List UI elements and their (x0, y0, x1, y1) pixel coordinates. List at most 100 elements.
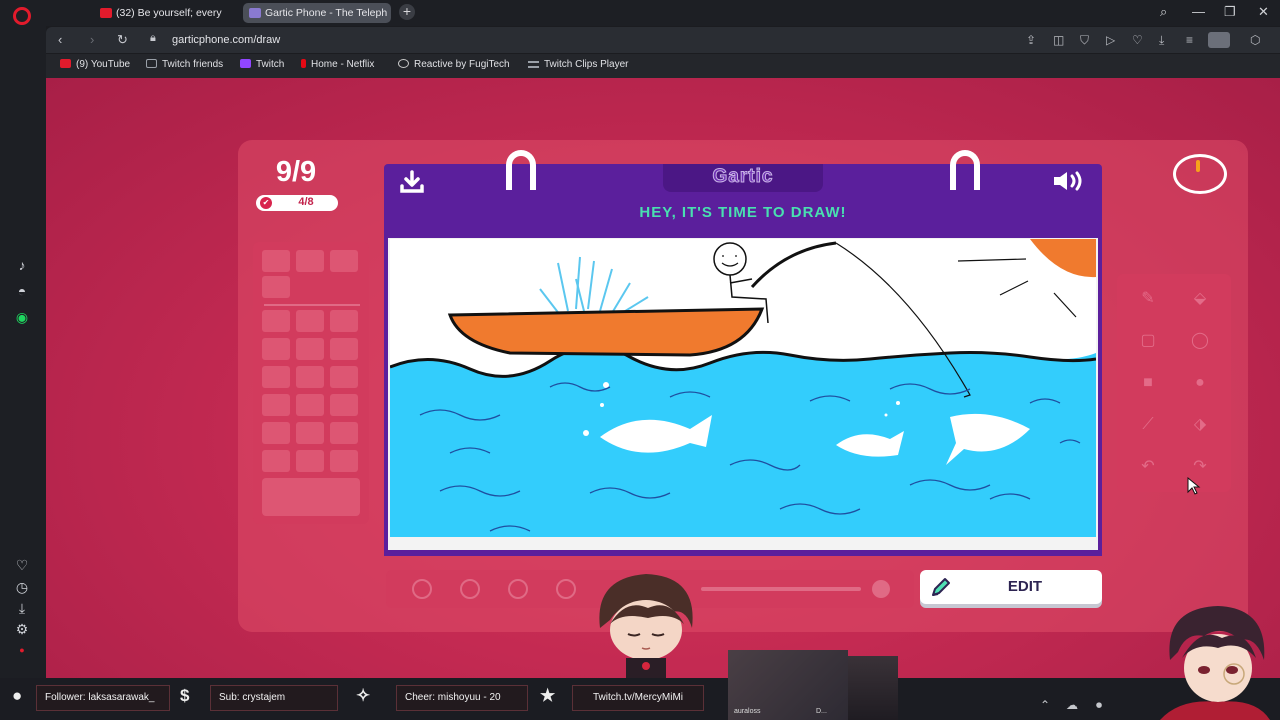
url-field[interactable]: garticphone.com/draw (172, 34, 280, 46)
color-swatch[interactable] (262, 250, 290, 272)
opacity-slider-knob[interactable] (872, 580, 890, 598)
color-swatch[interactable] (296, 338, 324, 360)
bookmark-reactive[interactable]: Reactive by FugiTech (398, 59, 510, 70)
color-swatch[interactable] (330, 394, 358, 416)
edit-button[interactable]: EDIT (920, 570, 1102, 604)
tab-youtube[interactable]: (32) Be yourself; every (94, 3, 239, 23)
color-swatch[interactable] (296, 394, 324, 416)
edit-label: EDIT (1007, 578, 1043, 595)
vpn-icon[interactable]: ● (12, 640, 32, 660)
color-swatch[interactable] (330, 422, 358, 444)
undo-button[interactable]: ↶ (1132, 452, 1164, 482)
mic-icon[interactable]: ⏺ (1096, 698, 1102, 713)
shield-icon[interactable]: ⛉ (1080, 33, 1089, 48)
cloud-icon[interactable]: ☁ (1066, 698, 1078, 712)
tab-bar: (32) Be yourself; every Gartic Phone - T… (46, 0, 1280, 26)
restore-icon[interactable]: ❐ (1224, 4, 1236, 20)
player-avatar (599, 574, 693, 678)
brush-size-option[interactable] (508, 579, 528, 599)
folder-icon (146, 59, 157, 68)
color-swatch[interactable] (296, 310, 324, 332)
color-swatch[interactable] (262, 366, 290, 388)
filled-rectangle-icon: ■ (1143, 374, 1153, 391)
filled-ellipse-tool[interactable]: ● (1184, 368, 1216, 398)
opacity-slider[interactable] (701, 587, 861, 591)
bookmark-twitch[interactable]: Twitch (240, 59, 284, 70)
discord-icon[interactable]: ◓ (12, 281, 32, 301)
tray-arrow-icon[interactable]: ⌃ (1040, 698, 1050, 712)
drawing-canvas[interactable] (390, 239, 1096, 537)
camera-icon[interactable]: ◫ (1053, 33, 1064, 47)
fishing-rod (750, 241, 837, 289)
color-swatch[interactable] (330, 310, 358, 332)
settings-icon[interactable]: ⚙ (12, 619, 32, 639)
downloads-icon[interactable]: ⤓ (1159, 33, 1164, 48)
color-swatch[interactable] (262, 450, 290, 472)
user-icon: ● (12, 686, 23, 705)
timer-icon (1173, 154, 1227, 194)
figure-head (713, 242, 747, 276)
fill-tool[interactable]: ⬗ (1184, 410, 1216, 440)
download-sidebar-icon[interactable]: ⤓ (12, 598, 32, 618)
color-swatch[interactable] (262, 310, 290, 332)
cam-label: D... (816, 708, 827, 715)
color-swatch[interactable] (330, 338, 358, 360)
share-icon[interactable]: ⇪ (1026, 33, 1036, 47)
opera-logo-icon[interactable] (13, 7, 31, 25)
profile-avatar[interactable] (1208, 32, 1230, 48)
bookmark-netflix[interactable]: Home - Netflix (301, 59, 374, 70)
eraser-tool[interactable]: ⬙ (1184, 284, 1216, 314)
line-tool[interactable]: ⟋ (1132, 410, 1164, 440)
tab-label: (32) Be yourself; every (116, 7, 222, 19)
bookmark-clips-player[interactable]: Twitch Clips Player (528, 59, 628, 70)
back-icon[interactable]: ‹ (58, 32, 62, 47)
bookmark-youtube[interactable]: (9) YouTube (60, 59, 130, 70)
ellipse-tool[interactable]: ◯ (1184, 326, 1216, 356)
brush-size-option[interactable] (412, 579, 432, 599)
minimize-icon[interactable]: — (1192, 4, 1205, 19)
brush-size-option[interactable] (556, 579, 576, 599)
close-icon[interactable]: ✕ (1258, 4, 1269, 20)
volume-icon[interactable] (1052, 170, 1088, 192)
color-swatch[interactable] (262, 338, 290, 360)
extensions-icon[interactable]: ⬡ (1250, 33, 1260, 47)
color-swatch[interactable] (296, 250, 324, 272)
search-icon[interactable]: ⌕ (1160, 4, 1167, 20)
sub-alert: Sub: crystajem (210, 685, 338, 711)
reload-icon[interactable]: ↻ (117, 32, 128, 48)
rectangle-tool[interactable]: ▢ (1132, 326, 1164, 356)
forward-icon[interactable]: › (90, 32, 94, 47)
play-icon[interactable]: ▷ (1106, 33, 1115, 47)
tiktok-icon[interactable]: ♪ (12, 255, 32, 275)
favorites-icon[interactable]: ♡ (1132, 33, 1143, 47)
brush-size-option[interactable] (460, 579, 480, 599)
bookmarks-bar (46, 54, 1280, 78)
netflix-icon (301, 59, 306, 68)
tab-gartic[interactable]: Gartic Phone - The Teleph (243, 3, 391, 23)
custom-color-button[interactable] (262, 478, 360, 516)
new-tab-button[interactable]: + (399, 4, 415, 20)
pen-tool[interactable]: ✎ (1132, 284, 1164, 314)
bookmark-label: Home - Netflix (311, 59, 375, 70)
download-icon[interactable] (399, 170, 425, 194)
undo-icon: ↶ (1141, 458, 1155, 475)
phone-icon (249, 8, 261, 18)
color-swatch[interactable] (262, 276, 290, 298)
filled-rectangle-tool[interactable]: ■ (1132, 368, 1164, 398)
history-icon[interactable]: ◷ (12, 577, 32, 597)
color-swatch[interactable] (330, 450, 358, 472)
menu-icon[interactable]: ≡ (1186, 33, 1193, 47)
color-swatch[interactable] (296, 450, 324, 472)
bookmark-twitch-friends[interactable]: Twitch friends (146, 59, 223, 70)
check-icon: ✔ (260, 197, 272, 209)
color-swatch[interactable] (262, 394, 290, 416)
color-swatch[interactable] (296, 366, 324, 388)
sun-ray (957, 258, 1027, 262)
bits-icon: ✧ (356, 686, 371, 705)
color-swatch[interactable] (296, 422, 324, 444)
heart-icon[interactable]: ♡ (12, 555, 32, 575)
color-swatch[interactable] (330, 366, 358, 388)
spotify-icon[interactable]: ◉ (12, 307, 32, 327)
color-swatch[interactable] (262, 422, 290, 444)
color-swatch[interactable] (330, 250, 358, 272)
